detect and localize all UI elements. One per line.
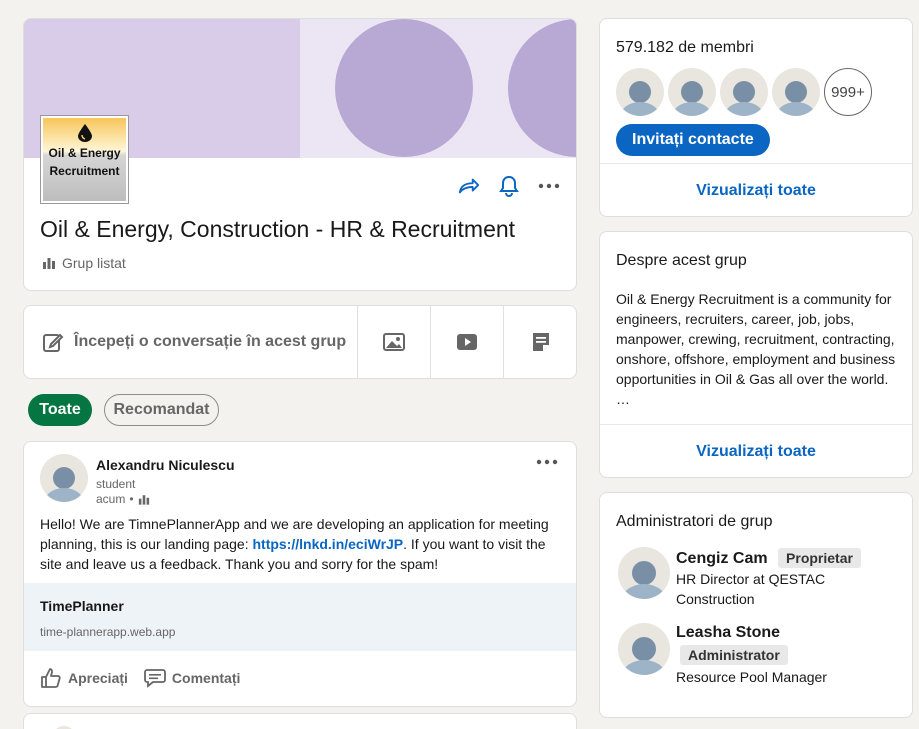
admin-role: Resource Pool Manager <box>676 669 827 685</box>
member-avatar[interactable] <box>616 68 664 116</box>
admin-name[interactable]: Leasha Stone <box>676 624 906 642</box>
oil-drop-icon <box>77 124 92 142</box>
share-icon[interactable] <box>458 175 480 197</box>
visibility-label: Grup listat <box>62 255 126 271</box>
link-preview-url: time-plannerapp.web.app <box>40 625 176 639</box>
more-icon[interactable] <box>538 175 560 197</box>
admin-entry: Cengiz Cam Proprietar HR Director at QES… <box>676 548 906 609</box>
composer-card: Începeți o conversație în acest grup <box>23 305 577 379</box>
post-body: Hello! We are TimnePlannerApp and we are… <box>40 514 562 574</box>
start-conversation-button[interactable]: Începeți o conversație în acest grup <box>24 306 358 378</box>
like-button[interactable]: Apreciați <box>40 667 128 689</box>
post-time-text: acum <box>96 492 126 506</box>
thumbs-up-icon <box>41 668 61 688</box>
admin-avatar[interactable] <box>618 547 670 599</box>
add-document-button[interactable] <box>504 306 576 378</box>
comment-icon <box>144 669 166 688</box>
edit-icon <box>43 333 64 352</box>
post-timestamp: acum • <box>96 492 150 506</box>
group-logo[interactable]: Oil & Energy Recruitment <box>41 116 128 203</box>
logo-text: Recruitment <box>49 164 120 178</box>
about-text: Oil & Energy Recruitment is a community … <box>616 291 896 387</box>
comment-button[interactable]: Comentați <box>144 667 240 689</box>
view-all-members-link[interactable]: Vizualizați toate <box>600 182 912 200</box>
post-author-headline: student <box>96 477 136 491</box>
about-title: Despre acest grup <box>616 252 747 269</box>
filter-all[interactable]: Toate <box>28 394 92 426</box>
separator-dot: • <box>129 492 134 506</box>
member-avatar[interactable] <box>720 68 768 116</box>
divider <box>600 424 912 425</box>
add-photo-button[interactable] <box>358 306 431 378</box>
about-card: Despre acest grup Oil & Energy Recruitme… <box>599 231 913 478</box>
post-author-name[interactable]: Alexandru Niculescu <box>96 457 235 473</box>
view-all-about-link[interactable]: Vizualizați toate <box>600 443 912 461</box>
video-icon <box>457 334 477 350</box>
feed-post: Alexandru Niculescu student acum • Hello… <box>23 441 577 707</box>
post-more-icon[interactable] <box>536 452 558 470</box>
author-avatar[interactable] <box>40 454 88 502</box>
filter-recommended[interactable]: Recomandat <box>104 394 219 426</box>
composer-placeholder: Începeți o conversație în acest grup <box>74 333 347 350</box>
group-visibility: Grup listat <box>42 255 126 271</box>
divider <box>600 163 912 164</box>
invite-contacts-button[interactable]: Invitați contacte <box>616 124 770 156</box>
like-label: Apreciați <box>68 670 128 686</box>
about-description: Oil & Energy Recruitment is a community … <box>616 289 900 409</box>
member-count: 579.182 de membri <box>616 39 754 56</box>
owner-badge: Proprietar <box>778 548 861 568</box>
document-icon <box>532 333 549 351</box>
admins-title: Administratori de grup <box>616 513 773 530</box>
admin-name[interactable]: Cengiz Cam <box>676 550 768 567</box>
members-card: 579.182 de membri 999+ Invitați contacte… <box>599 18 913 217</box>
listed-icon <box>43 258 55 269</box>
link-preview-title: TimePlanner <box>40 598 124 614</box>
comment-label: Comentați <box>171 670 241 686</box>
more-members-badge[interactable]: 999+ <box>824 68 872 116</box>
group-visibility-icon <box>138 494 149 505</box>
add-video-button[interactable] <box>431 306 504 378</box>
admin-avatar[interactable] <box>618 623 670 675</box>
member-avatar[interactable] <box>668 68 716 116</box>
member-avatar[interactable] <box>772 68 820 116</box>
link-preview[interactable]: TimePlanner time-plannerapp.web.app <box>24 583 576 651</box>
group-title: Oil & Energy, Construction - HR & Recrui… <box>40 216 516 242</box>
logo-text: Oil & Energy <box>48 146 121 160</box>
admin-badge: Administrator <box>680 645 788 665</box>
bell-icon[interactable] <box>498 175 520 197</box>
group-header-card: Oil & Energy Recruitment Oil & Energy, C… <box>23 18 577 291</box>
image-icon <box>383 333 405 351</box>
feed-post <box>23 713 577 729</box>
member-avatars: 999+ <box>616 68 872 116</box>
about-ellipsis: … <box>616 391 630 407</box>
admin-role: HR Director at QESTAC Construction <box>676 571 826 607</box>
post-link[interactable]: https://lnkd.in/eciWrJP <box>252 536 403 552</box>
admins-card: Administratori de grup Cengiz Cam Propri… <box>599 492 913 718</box>
admin-entry: Leasha Stone Administrator Resource Pool… <box>676 624 906 687</box>
